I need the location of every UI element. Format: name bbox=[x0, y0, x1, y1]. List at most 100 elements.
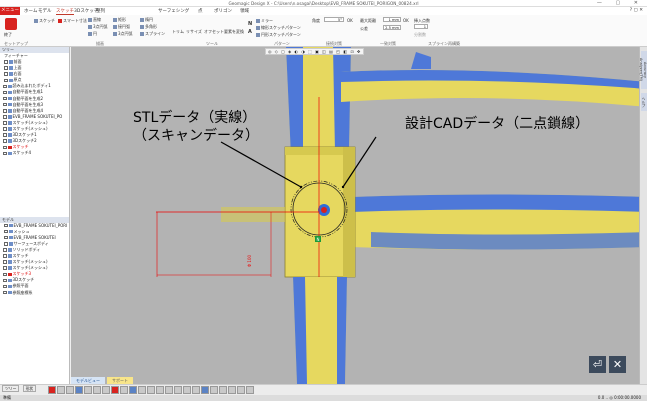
visibility-checkbox[interactable] bbox=[3, 109, 7, 113]
angle-field[interactable]: 5° bbox=[324, 17, 344, 22]
bottom-tool-icon[interactable] bbox=[84, 386, 92, 394]
angle-ok-button[interactable]: OK bbox=[347, 18, 353, 23]
bottom-tool-icon[interactable] bbox=[228, 386, 236, 394]
smart-dimension-button[interactable]: スマート寸法 bbox=[58, 18, 87, 24]
linear-pattern-button[interactable]: 線形スケッチパターン bbox=[256, 25, 301, 31]
model-tree-item[interactable]: 参照座標系 bbox=[0, 290, 69, 296]
max-distance-ok-button[interactable]: OK bbox=[403, 18, 409, 23]
visibility-checkbox[interactable] bbox=[3, 254, 7, 258]
visibility-checkbox[interactable] bbox=[3, 151, 7, 156]
convert-entities-button[interactable]: 要素を変換 bbox=[224, 29, 244, 35]
cancel-corner-icon[interactable]: ✕ bbox=[609, 356, 626, 373]
3d-viewport[interactable]: Φ 100 N STLデータ（実線） （スキャンデータ） 設計CADデータ（二点… bbox=[71, 47, 647, 384]
bottom-tool-icon[interactable] bbox=[111, 386, 119, 394]
bottom-tool-icon[interactable] bbox=[156, 386, 164, 394]
visibility-checkbox[interactable] bbox=[3, 278, 7, 283]
three-point-arc-button[interactable]: 3点円弧 bbox=[113, 31, 133, 37]
polygon-button[interactable]: 多角形 bbox=[140, 24, 157, 30]
visibility-checkbox[interactable] bbox=[4, 242, 8, 246]
bottom-tool-icon[interactable] bbox=[93, 386, 101, 394]
bottom-tool-icon[interactable] bbox=[57, 386, 65, 394]
sketch-button[interactable]: スケッチ bbox=[34, 18, 55, 24]
visibility-checkbox[interactable] bbox=[3, 121, 7, 125]
bottom-tool-icon[interactable] bbox=[210, 386, 218, 394]
bottom-tool-icon[interactable] bbox=[66, 386, 74, 394]
tangent-arc-button[interactable]: 接円弧 bbox=[113, 24, 130, 30]
visibility-checkbox[interactable] bbox=[3, 133, 7, 137]
bottom-tool-icon[interactable] bbox=[48, 386, 56, 394]
visibility-checkbox[interactable] bbox=[4, 78, 8, 83]
bottom-tool-icon[interactable] bbox=[183, 386, 191, 394]
visibility-checkbox[interactable] bbox=[3, 272, 7, 276]
n-button[interactable]: N bbox=[248, 21, 252, 27]
trim-button[interactable]: トリム bbox=[172, 29, 184, 35]
visibility-checkbox[interactable] bbox=[4, 66, 8, 70]
visibility-checkbox[interactable] bbox=[3, 96, 7, 101]
bottom-tool-icon[interactable] bbox=[192, 386, 200, 394]
visibility-checkbox[interactable] bbox=[3, 284, 7, 289]
menu-tab-polygon[interactable]: ポリゴン bbox=[214, 8, 232, 14]
visibility-checkbox[interactable] bbox=[3, 145, 7, 150]
visibility-checkbox[interactable] bbox=[4, 229, 8, 234]
spline-button[interactable]: スプライン bbox=[140, 31, 165, 37]
resize-button[interactable]: リサイズ bbox=[186, 29, 202, 35]
help-icon[interactable]: ? ▢ ✕ bbox=[630, 8, 643, 13]
bottom-tool-icon[interactable] bbox=[246, 386, 254, 394]
visibility-checkbox[interactable] bbox=[3, 84, 7, 89]
menu-tab-model[interactable]: モデル bbox=[38, 8, 52, 14]
rect-button[interactable]: 矩形 bbox=[113, 17, 126, 23]
bottom-tool-icon[interactable] bbox=[102, 386, 110, 394]
line-button[interactable]: 直線 bbox=[88, 17, 101, 23]
menu-tab-region[interactable]: 領域 bbox=[240, 8, 249, 14]
mirror-button[interactable]: ミラー bbox=[256, 18, 273, 24]
accuracy-analyzer-tab[interactable]: Accuracy Analyzer(TM) bbox=[639, 51, 647, 89]
menu-tab-align[interactable]: 整列 bbox=[96, 8, 105, 14]
visibility-checkbox[interactable] bbox=[3, 139, 7, 143]
menu-tab-surfacing[interactable]: サーフェシング bbox=[158, 8, 189, 14]
a-button[interactable]: A bbox=[248, 29, 252, 35]
menu-tab-point[interactable]: 点 bbox=[198, 8, 203, 14]
ellipse-button[interactable]: 楕円 bbox=[140, 17, 153, 23]
visibility-checkbox[interactable] bbox=[3, 260, 7, 264]
shape-tab[interactable]: 形状 bbox=[22, 385, 37, 392]
help-tab[interactable]: ヘルプ bbox=[641, 93, 647, 111]
menu-tab-home[interactable]: ホーム bbox=[24, 8, 37, 14]
bottom-tool-icon[interactable] bbox=[138, 386, 146, 394]
visibility-checkbox[interactable] bbox=[3, 90, 7, 95]
exit-sketch-button[interactable] bbox=[5, 18, 17, 30]
file-menu-button[interactable]: メニュー bbox=[0, 7, 20, 15]
visibility-checkbox[interactable] bbox=[4, 223, 8, 228]
window-controls[interactable]: — ▢ ✕ bbox=[597, 0, 644, 6]
offset-button[interactable]: オフセット bbox=[204, 29, 224, 35]
bottom-tool-icon[interactable] bbox=[237, 386, 245, 394]
bottom-tool-icon[interactable] bbox=[147, 386, 155, 394]
circle-button[interactable]: 円 bbox=[88, 31, 97, 37]
bottom-tool-icon[interactable] bbox=[174, 386, 182, 394]
bottom-tool-icon[interactable] bbox=[129, 386, 137, 394]
visibility-checkbox[interactable] bbox=[3, 290, 7, 295]
insert-point-field[interactable]: 1 bbox=[414, 24, 428, 29]
arc-button[interactable]: 3点円弧 bbox=[88, 24, 108, 30]
tolerance-field[interactable]: 2.5 mm bbox=[383, 25, 401, 30]
exit-sketch-corner-icon[interactable]: ⏎ bbox=[589, 356, 606, 373]
tree-tab[interactable]: ツリー bbox=[2, 385, 20, 392]
feature-tree-item[interactable]: スケッチ4 bbox=[0, 150, 69, 156]
bottom-tool-icon[interactable] bbox=[165, 386, 173, 394]
visibility-checkbox[interactable] bbox=[4, 235, 8, 240]
visibility-checkbox[interactable] bbox=[3, 115, 7, 119]
max-distance-field[interactable]: 1 mm bbox=[383, 17, 401, 22]
visibility-checkbox[interactable] bbox=[3, 102, 7, 107]
bottom-tool-icon[interactable] bbox=[219, 386, 227, 394]
view-toolbar[interactable]: ◎ ◇ ▢ ◈ ◐ ◑ ⬚ ▣ ◫ ▤ ◰ ◧ ⊡ ✥ bbox=[265, 48, 365, 55]
menu-tab-3dsketch[interactable]: 3Dスケッチ bbox=[74, 8, 98, 14]
circular-pattern-button[interactable]: 円形スケッチパターン bbox=[256, 32, 301, 38]
bottom-tool-icon[interactable] bbox=[201, 386, 209, 394]
visibility-checkbox[interactable] bbox=[3, 248, 7, 252]
visibility-checkbox[interactable] bbox=[3, 266, 7, 270]
visibility-checkbox[interactable] bbox=[3, 127, 7, 131]
visibility-checkbox[interactable] bbox=[4, 60, 8, 64]
bottom-tool-icon[interactable] bbox=[120, 386, 128, 394]
menu-tab-sketch[interactable]: スケッチ bbox=[56, 8, 74, 15]
bottom-tool-icon[interactable] bbox=[75, 386, 83, 394]
visibility-checkbox[interactable] bbox=[4, 72, 8, 76]
